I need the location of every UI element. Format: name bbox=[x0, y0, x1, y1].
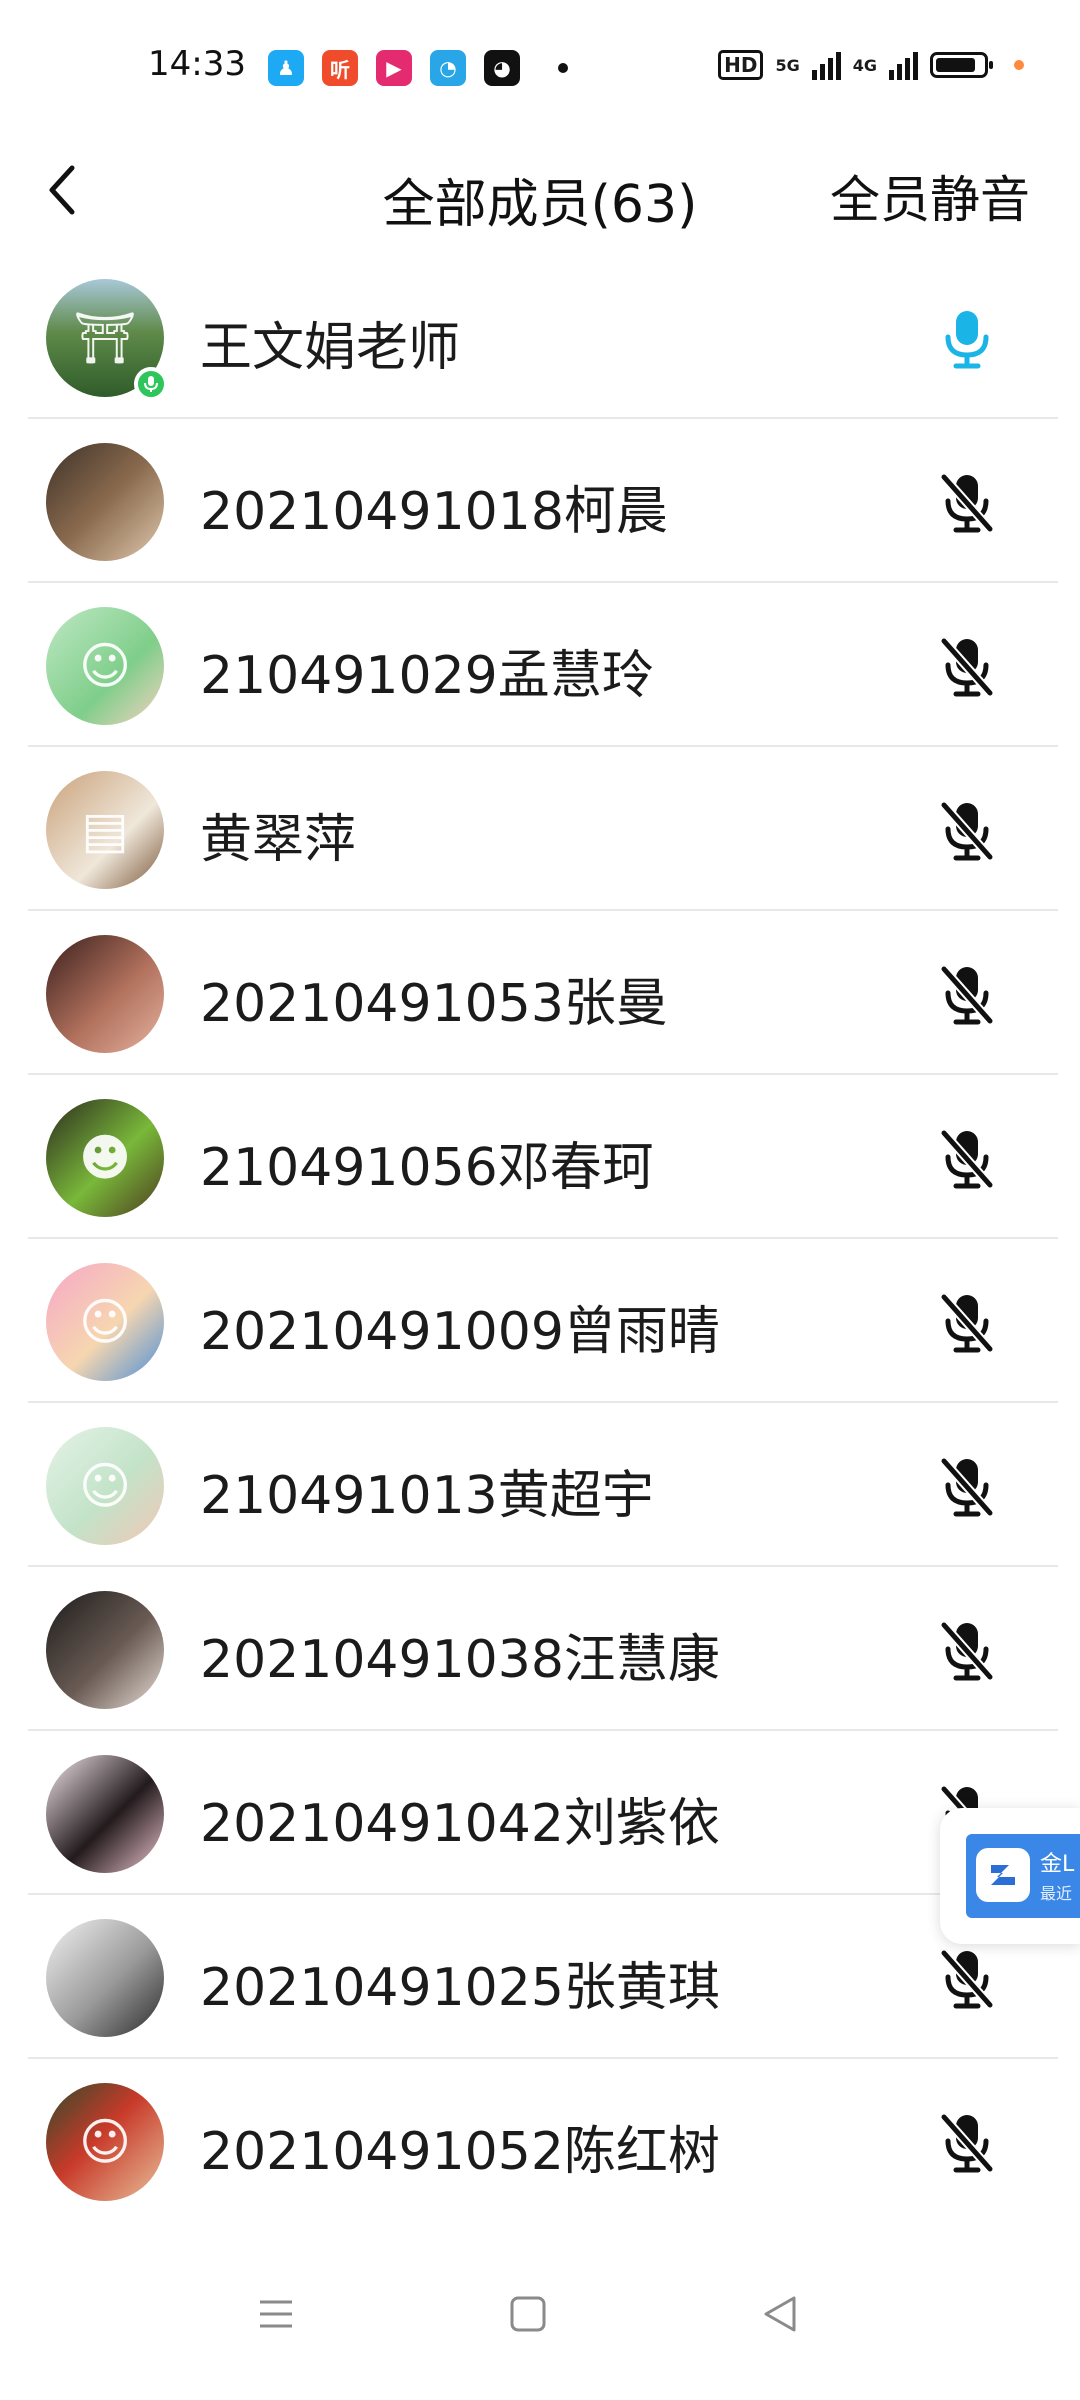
member-row[interactable]: ☺ 210491029孟慧玲 bbox=[0, 583, 1080, 747]
avatar-image bbox=[46, 1919, 164, 2037]
avatar-image: ☻ bbox=[78, 1129, 132, 1187]
avatar[interactable] bbox=[46, 935, 164, 1053]
microphone-muted-icon[interactable] bbox=[938, 1947, 996, 2011]
avatar[interactable]: ☺ bbox=[46, 1263, 164, 1381]
member-name: 黄翠萍 bbox=[200, 810, 357, 870]
network-5g-label: 5G bbox=[775, 55, 800, 75]
video-app-icon: ▶ bbox=[376, 50, 412, 86]
avatar-image bbox=[46, 1591, 164, 1709]
battery-icon bbox=[930, 52, 993, 78]
signal-5g-icon bbox=[811, 50, 841, 80]
avatar-image: ☺ bbox=[78, 1457, 132, 1515]
member-list: ⛩ 王文娟老师 20210491018柯晨 ☺ 210491029孟慧玲 ▤ 黄翠萍 2021… bbox=[0, 255, 1080, 2223]
menu-nav-button[interactable] bbox=[246, 2284, 306, 2344]
speaking-indicator-icon bbox=[134, 367, 168, 401]
member-row[interactable]: ☺ 210491013黄超宇 bbox=[0, 1403, 1080, 1567]
member-row[interactable]: ▤ 黄翠萍 bbox=[0, 747, 1080, 911]
microphone-muted-icon[interactable] bbox=[938, 471, 996, 535]
avatar[interactable]: ☺ bbox=[46, 1427, 164, 1545]
microphone-muted-icon[interactable] bbox=[938, 2111, 996, 2175]
member-name: 20210491009曾雨晴 bbox=[200, 1302, 720, 1362]
member-row[interactable]: 20210491042刘紫依 bbox=[0, 1731, 1080, 1895]
panda-icon: ◕ bbox=[484, 50, 520, 86]
app-logo-icon bbox=[976, 1848, 1030, 1902]
avatar-image bbox=[46, 935, 164, 1053]
member-row[interactable]: ☺ 20210491052陈红树 bbox=[0, 2059, 1080, 2223]
member-name: 20210491042刘紫依 bbox=[200, 1794, 720, 1854]
microphone-muted-icon[interactable] bbox=[938, 1455, 996, 1519]
status-time: 14:33 bbox=[148, 44, 246, 84]
home-square-icon bbox=[510, 2296, 546, 2332]
signal-4g-icon bbox=[889, 50, 918, 80]
microphone-muted-icon[interactable] bbox=[938, 1291, 996, 1355]
avatar-image bbox=[46, 1755, 164, 1873]
avatar[interactable] bbox=[46, 1755, 164, 1873]
avatar[interactable] bbox=[46, 1919, 164, 2037]
member-name: 20210491038汪慧康 bbox=[200, 1630, 720, 1690]
qq-icon: ♟ bbox=[268, 50, 304, 86]
member-name: 王文娟老师 bbox=[200, 318, 461, 378]
microphone-muted-icon[interactable] bbox=[938, 799, 996, 863]
microphone-muted-icon[interactable] bbox=[938, 963, 996, 1027]
member-name: 20210491018柯晨 bbox=[200, 482, 668, 542]
notification-dot-icon bbox=[1014, 60, 1024, 70]
mute-all-button[interactable]: 全员静音 bbox=[830, 160, 1030, 232]
microphone-muted-icon[interactable] bbox=[938, 635, 996, 699]
hd-icon: HD bbox=[718, 50, 764, 80]
avatar[interactable] bbox=[46, 1591, 164, 1709]
header: 全部成员(63) 全员静音 bbox=[0, 140, 1080, 240]
microphone-muted-icon[interactable] bbox=[938, 1127, 996, 1191]
member-row[interactable]: 20210491025张黄琪 bbox=[0, 1895, 1080, 2059]
menu-icon bbox=[260, 2300, 292, 2328]
microphone-muted-icon[interactable] bbox=[938, 1619, 996, 1683]
member-name: 210491029孟慧玲 bbox=[200, 646, 654, 706]
floating-widget-title: 金L bbox=[1040, 1852, 1075, 1877]
member-row[interactable]: ⛩ 王文娟老师 bbox=[0, 255, 1080, 419]
browser-icon: ◔ bbox=[430, 50, 466, 86]
home-nav-button[interactable] bbox=[498, 2284, 558, 2344]
avatar-image bbox=[46, 443, 164, 561]
status-indicators: HD 5G 4G bbox=[718, 50, 1024, 80]
member-name: 210491056邓春珂 bbox=[200, 1138, 654, 1198]
avatar-image: ☺ bbox=[78, 2113, 132, 2171]
avatar[interactable]: ☻ bbox=[46, 1099, 164, 1217]
member-name: 20210491025张黄琪 bbox=[200, 1958, 720, 2018]
avatar-image: ▤ bbox=[81, 801, 129, 859]
floating-widget-subtitle: 最近 bbox=[1040, 1884, 1073, 1903]
ting-icon: 听 bbox=[322, 50, 358, 86]
status-app-icons: ♟ 听 ▶ ◔ ◕ bbox=[268, 48, 568, 88]
member-row[interactable]: 20210491018柯晨 bbox=[0, 419, 1080, 583]
system-nav-bar bbox=[0, 2240, 1080, 2400]
member-name: 210491013黄超宇 bbox=[200, 1466, 654, 1526]
floating-widget[interactable]: 金L 最近 bbox=[940, 1808, 1080, 1944]
avatar[interactable] bbox=[46, 443, 164, 561]
member-row[interactable]: ☺ 20210491009曾雨晴 bbox=[0, 1239, 1080, 1403]
member-name: 20210491053张曼 bbox=[200, 974, 668, 1034]
member-row[interactable]: ☻ 210491056邓春珂 bbox=[0, 1075, 1080, 1239]
status-bar: 14:33 ♟ 听 ▶ ◔ ◕ HD 5G 4G bbox=[0, 0, 1080, 140]
avatar-image: ☺ bbox=[78, 637, 132, 695]
avatar[interactable]: ☺ bbox=[46, 2083, 164, 2201]
avatar[interactable]: ☺ bbox=[46, 607, 164, 725]
member-row[interactable]: 20210491053张曼 bbox=[0, 911, 1080, 1075]
microphone-on-icon[interactable] bbox=[938, 307, 996, 371]
more-notifications-dot-icon bbox=[558, 63, 568, 73]
network-4g-label: 4G bbox=[852, 55, 877, 75]
back-nav-button[interactable] bbox=[750, 2284, 810, 2344]
avatar[interactable]: ▤ bbox=[46, 771, 164, 889]
member-name: 20210491052陈红树 bbox=[200, 2122, 720, 2182]
avatar-image: ☺ bbox=[78, 1293, 132, 1351]
member-row[interactable]: 20210491038汪慧康 bbox=[0, 1567, 1080, 1731]
floating-widget-card[interactable]: 金L 最近 bbox=[966, 1834, 1080, 1918]
back-triangle-icon bbox=[764, 2296, 796, 2332]
